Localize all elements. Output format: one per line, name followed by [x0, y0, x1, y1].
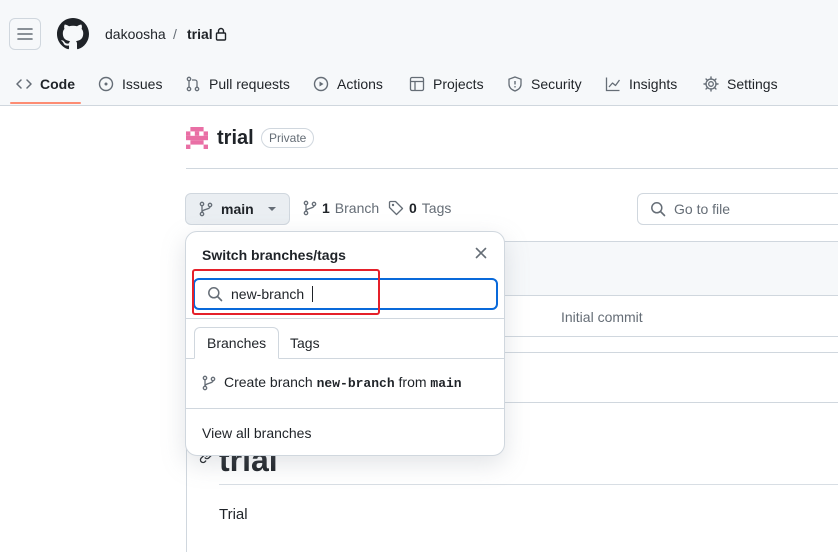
branch-word: Branch [334, 200, 380, 216]
lock-icon [215, 27, 227, 41]
tab-label: Insights [629, 76, 678, 92]
tab-security[interactable]: Security [507, 62, 582, 106]
tag-word: Tags [421, 200, 452, 216]
highlight-box [192, 269, 380, 315]
tab-label: Tags [290, 335, 320, 351]
repo-tabs: Code Issues Pull requests Actions Projec… [0, 62, 838, 106]
shield-icon [508, 76, 522, 92]
table-icon [409, 76, 425, 92]
branch-icon [199, 201, 213, 217]
tab-label: Code [40, 76, 75, 92]
create-branch-source: main [430, 376, 462, 391]
branch-switcher-dropdown: Switch branches/tags new-branch Branches… [185, 231, 505, 456]
tab-label: Branches [207, 335, 267, 351]
create-branch-prefix: Create branch [224, 374, 313, 390]
branch-select-button[interactable]: main [185, 193, 290, 225]
tab-label: Projects [433, 76, 484, 92]
play-icon [313, 76, 329, 92]
dropdown-title: Switch branches/tags [202, 247, 346, 263]
repo-header: dakoosha / trial Code Issues Pull reques… [0, 0, 838, 106]
code-icon [16, 79, 32, 89]
tab-settings[interactable]: Settings [703, 62, 778, 106]
repo-title[interactable]: trial [217, 127, 254, 149]
go-to-file-input[interactable]: Go to file [637, 193, 838, 225]
create-branch-option[interactable]: Create branch new-branch from main [202, 374, 462, 391]
tab-issues[interactable]: Issues [98, 62, 162, 106]
branch-icon [202, 375, 216, 390]
breadcrumb-separator: / [173, 26, 177, 42]
create-branch-from: from [398, 374, 427, 390]
tab-label: Security [531, 76, 582, 92]
issue-icon [98, 76, 114, 92]
breadcrumb-repo[interactable]: trial [187, 25, 213, 43]
tag-icon [388, 200, 404, 216]
chevron-down-icon [267, 207, 276, 211]
divider [186, 408, 504, 409]
search-icon [651, 202, 666, 217]
tab-label: Issues [122, 76, 163, 92]
create-branch-name: new-branch [316, 376, 395, 391]
menu-button[interactable] [9, 18, 41, 50]
tab-branches[interactable]: Branches [194, 327, 280, 359]
tab-code[interactable]: Code [16, 62, 75, 106]
tags-link[interactable]: 0 Tags [388, 200, 451, 216]
divider [219, 484, 838, 485]
visibility-badge: Private [261, 128, 315, 148]
go-to-file-placeholder: Go to file [674, 201, 731, 217]
active-tab-indicator [10, 102, 81, 104]
github-logo-icon[interactable] [57, 18, 89, 50]
view-all-branches-link[interactable]: View all branches [202, 425, 311, 441]
repo-owner-avatar [186, 127, 208, 149]
divider [186, 168, 838, 169]
hamburger-icon [17, 28, 33, 40]
tab-tags[interactable]: Tags [278, 327, 332, 359]
tab-projects[interactable]: Projects [409, 62, 484, 106]
tab-insights[interactable]: Insights [605, 62, 677, 106]
branches-link[interactable]: 1 Branch [303, 200, 379, 216]
current-branch-label: main [221, 201, 254, 217]
tab-label: Settings [727, 76, 778, 92]
tag-count: 0 [409, 200, 417, 216]
readme-text: Trial [219, 506, 248, 523]
tab-label: Actions [337, 76, 383, 92]
graph-icon [605, 77, 621, 92]
gear-icon [703, 76, 719, 92]
commit-message[interactable]: Initial commit [561, 309, 643, 325]
tab-actions[interactable]: Actions [313, 62, 383, 106]
breadcrumb-owner[interactable]: dakoosha [105, 25, 166, 43]
tab-label: Pull requests [209, 76, 290, 92]
close-icon[interactable] [474, 246, 488, 260]
tab-pull-requests[interactable]: Pull requests [185, 62, 290, 106]
pull-request-icon [186, 76, 200, 92]
branch-icon [303, 200, 317, 216]
branch-count: 1 [322, 200, 330, 216]
divider [186, 318, 504, 319]
